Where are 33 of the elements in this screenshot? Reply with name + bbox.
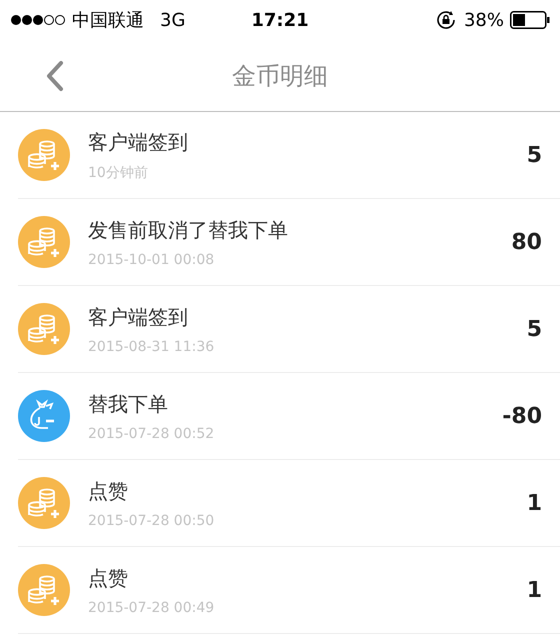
coin-amount: 1 xyxy=(526,578,542,602)
record-title: 客户端签到 xyxy=(88,304,189,330)
network-type: 3G xyxy=(160,10,186,30)
record-time: 2015-07-28 00:50 xyxy=(88,512,216,528)
record-title: 客户端签到 xyxy=(88,128,189,156)
coins-plus-icon xyxy=(18,564,70,616)
coins-plus-icon xyxy=(18,303,70,355)
record-title: 点赞 xyxy=(88,478,129,504)
clock-time: 17:21 xyxy=(251,10,309,30)
record-time: 2015-07-28 00:49 xyxy=(88,600,216,616)
record-title: 点赞 xyxy=(88,564,129,592)
rotation-lock-icon xyxy=(436,10,458,30)
record-time: 2015-08-31 11:36 xyxy=(88,338,216,354)
coins-plus-icon xyxy=(18,129,70,181)
record-time: 2015-07-28 00:52 xyxy=(88,426,216,442)
record-title: 替我下单 xyxy=(88,390,169,418)
record-title: 发售前取消了替我下单 xyxy=(88,216,289,244)
signal-icon xyxy=(10,14,66,26)
back-icon[interactable] xyxy=(45,60,65,92)
page-title: 金币明细 xyxy=(232,60,328,92)
coins-plus-icon xyxy=(18,216,70,268)
money-bag-icon xyxy=(18,390,70,442)
coins-plus-icon xyxy=(18,477,70,529)
battery-icon xyxy=(510,11,550,29)
battery-percent: 38% xyxy=(464,10,504,30)
coin-amount: 1 xyxy=(526,490,542,516)
coin-amount: 80 xyxy=(511,230,542,254)
carrier-name: 中国联通 xyxy=(72,9,144,32)
record-time: 10分钟前 xyxy=(88,164,149,182)
coin-amount: 5 xyxy=(526,142,542,168)
coin-amount: -80 xyxy=(502,404,542,428)
coin-amount: 5 xyxy=(526,316,542,342)
record-time: 2015-10-01 00:08 xyxy=(88,252,216,268)
